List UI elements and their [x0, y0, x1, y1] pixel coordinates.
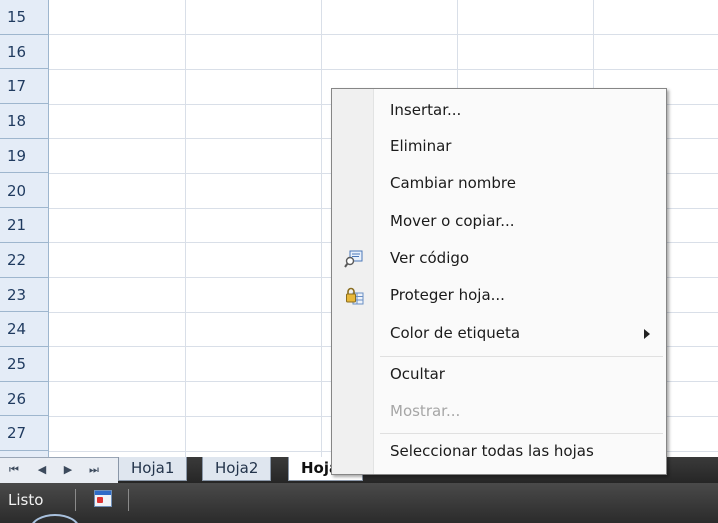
row-header[interactable]: 26	[0, 382, 49, 417]
grid-line	[49, 34, 718, 35]
status-separator	[75, 489, 76, 511]
view-code-icon	[344, 250, 363, 268]
menu-item-label: Proteger hoja...	[390, 286, 505, 304]
menu-item-proteger-hoja[interactable]: Proteger hoja...	[332, 278, 666, 314]
sheet-tab-hoja2[interactable]: Hoja2	[202, 457, 272, 481]
menu-item-label: Ocultar	[390, 365, 445, 383]
status-separator	[128, 489, 129, 511]
sheet-tab-hoja1[interactable]: Hoja1	[118, 457, 188, 481]
menu-item-mover-o-copiar[interactable]: Mover o copiar...	[332, 204, 666, 240]
menu-item-label: Ver código	[390, 249, 470, 267]
row-header[interactable]: 15	[0, 0, 49, 35]
row-header[interactable]: 27	[0, 416, 49, 452]
grid-line	[49, 69, 718, 70]
grid-line	[185, 0, 186, 457]
first-sheet-button[interactable]: ⏮	[4, 463, 24, 477]
menu-item-label: Eliminar	[390, 137, 452, 155]
menu-item-seleccionar-todas-las-hojas[interactable]: Seleccionar todas las hojas	[332, 434, 666, 470]
sheet-navigation: ⏮ ◀ ▶ ⏭	[0, 457, 118, 483]
status-text: Listo	[8, 491, 44, 509]
menu-item-ocultar[interactable]: Ocultar	[332, 357, 666, 393]
menu-item-label: Cambiar nombre	[390, 174, 516, 192]
row-header[interactable]: 18	[0, 104, 49, 139]
menu-item-insertar[interactable]: Insertar...	[332, 93, 666, 129]
menu-item-label: Mover o copiar...	[390, 212, 515, 230]
row-header[interactable]: 20	[0, 174, 49, 209]
protect-sheet-icon	[346, 287, 364, 305]
row-header[interactable]: 22	[0, 243, 49, 278]
row-header[interactable]: 16	[0, 35, 49, 70]
row-header[interactable]: 19	[0, 139, 49, 174]
row-headers: 15 16 17 18 19 20 21 22 23 24 25 26 27	[0, 0, 49, 457]
next-sheet-button[interactable]: ▶	[58, 463, 78, 476]
row-header[interactable]: 21	[0, 208, 49, 243]
sheet-tab-context-menu: Insertar... Eliminar Cambiar nombre Move…	[331, 88, 667, 475]
row-header[interactable]: 17	[0, 69, 49, 105]
menu-item-label: Mostrar...	[390, 402, 461, 420]
last-sheet-button[interactable]: ⏭	[84, 463, 104, 477]
grid-line	[321, 0, 322, 457]
status-bar: Listo	[0, 483, 718, 523]
prev-sheet-button[interactable]: ◀	[32, 463, 52, 476]
submenu-arrow-icon	[644, 329, 650, 339]
office-button-edge	[30, 514, 80, 523]
menu-item-label: Insertar...	[390, 101, 462, 119]
menu-item-mostrar: Mostrar...	[332, 394, 666, 430]
menu-item-color-de-etiqueta[interactable]: Color de etiqueta	[332, 316, 666, 352]
row-header[interactable]: 24	[0, 312, 49, 347]
row-header[interactable]: 23	[0, 278, 49, 313]
menu-item-label: Seleccionar todas las hojas	[390, 442, 594, 460]
menu-item-eliminar[interactable]: Eliminar	[332, 129, 666, 165]
menu-item-ver-codigo[interactable]: Ver código	[332, 241, 666, 277]
macro-record-icon[interactable]	[94, 490, 112, 507]
row-header[interactable]: 25	[0, 347, 49, 382]
menu-item-cambiar-nombre[interactable]: Cambiar nombre	[332, 166, 666, 202]
menu-item-label: Color de etiqueta	[390, 324, 521, 342]
